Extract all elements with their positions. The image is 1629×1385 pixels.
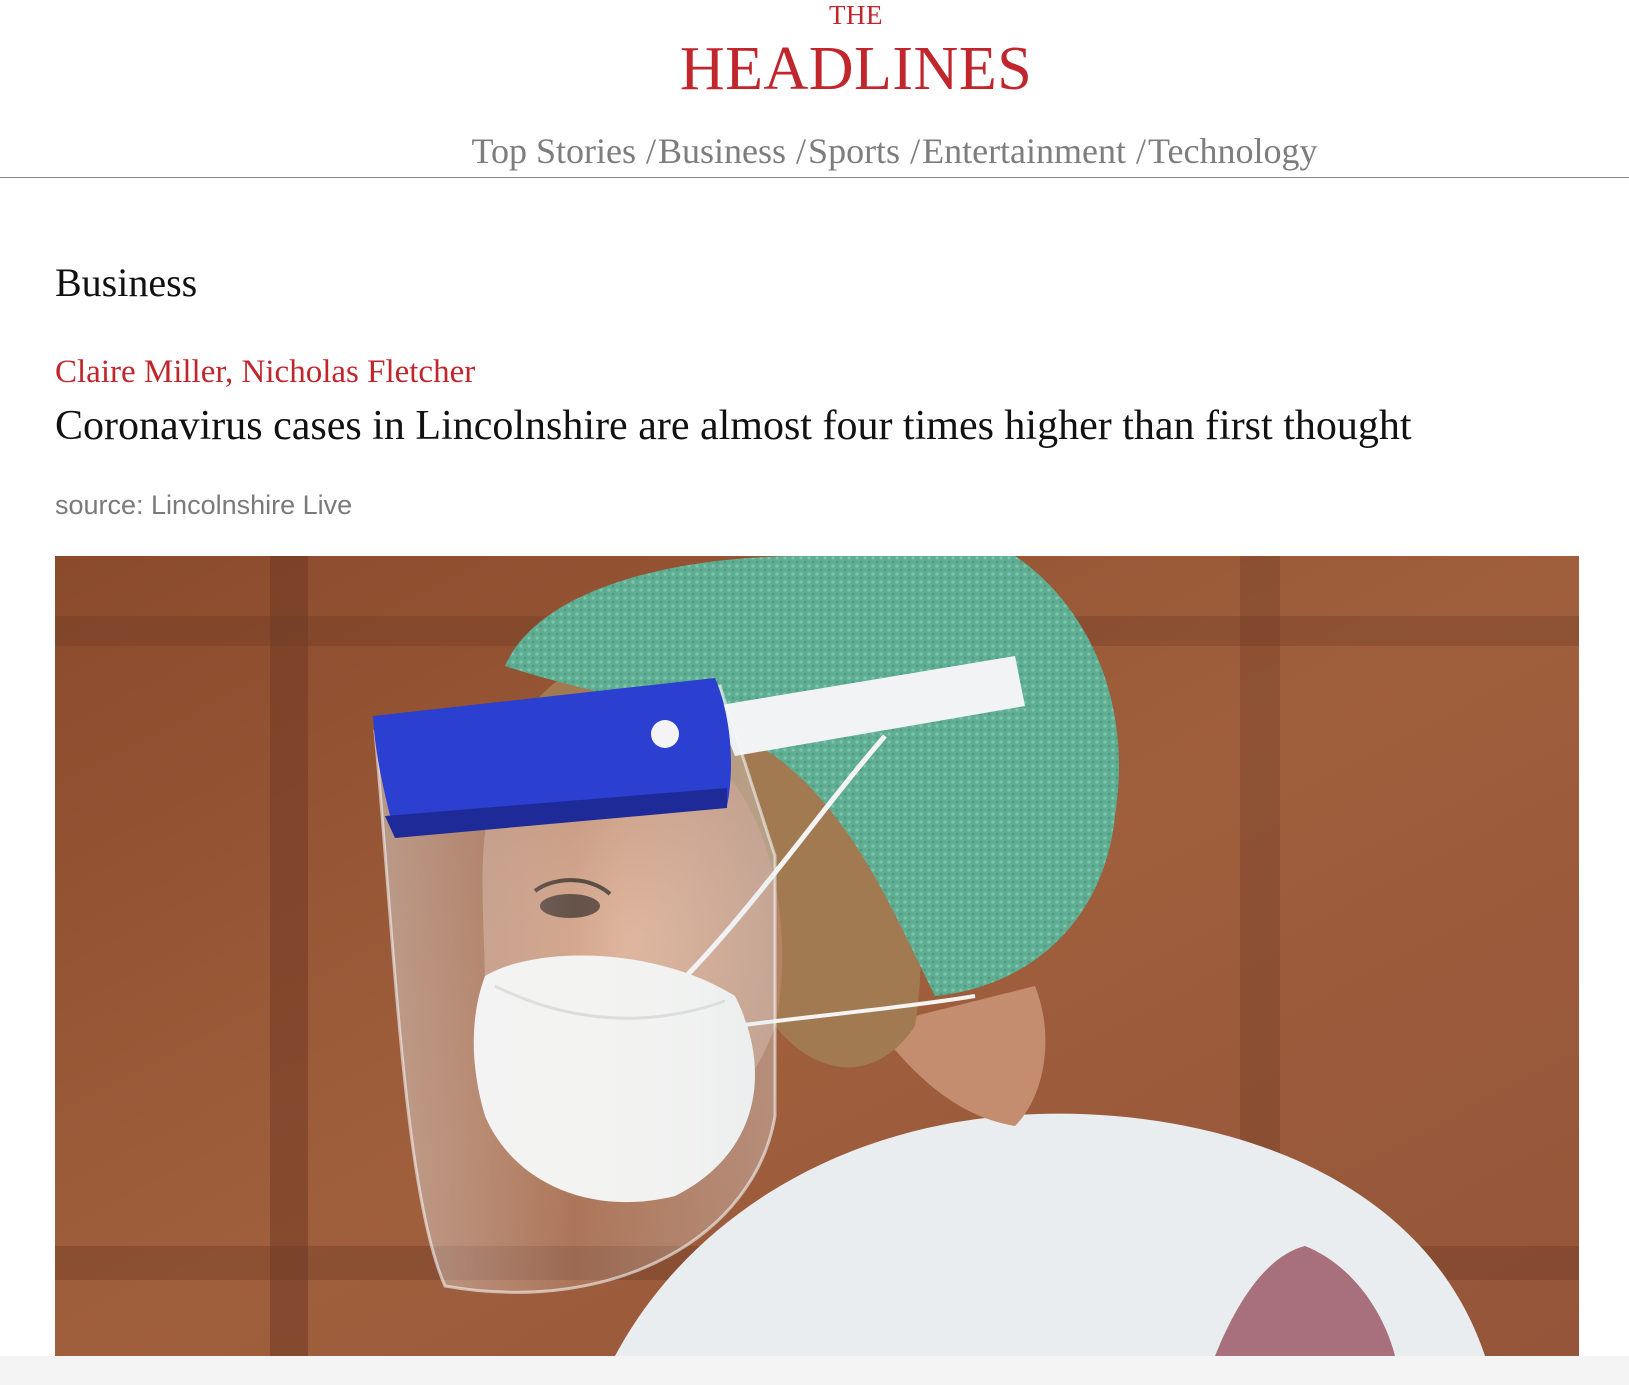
nav-item-sports[interactable]: Sports [808, 131, 900, 171]
bottom-strip [0, 1356, 1629, 1385]
nav-separator: / [1136, 131, 1147, 171]
nav-separator: / [645, 131, 656, 171]
brand-logo[interactable]: HEADLINES [0, 34, 1629, 104]
top-nav: Top Stories/Business/Sports/Entertainmen… [0, 128, 1629, 174]
healthcare-worker-face-shield-photo-icon [55, 556, 1579, 1356]
article-image[interactable] [55, 556, 1579, 1356]
article-byline[interactable]: Claire Miller, Nicholas Fletcher [55, 351, 475, 393]
nav-item-top-stories[interactable]: Top Stories [472, 131, 636, 171]
nav-item-entertainment[interactable]: Entertainment [922, 131, 1126, 171]
article-headline[interactable]: Coronavirus cases in Lincolnshire are al… [55, 400, 1412, 452]
masthead: THE HEADLINES Top Stories/Business/Sport… [0, 0, 1629, 178]
article-source: source: Lincolnshire Live [55, 490, 353, 520]
nav-item-technology[interactable]: Technology [1148, 131, 1317, 171]
section-title: Business [55, 260, 198, 305]
nav-item-business[interactable]: Business [658, 131, 786, 171]
nav-separator: / [796, 131, 807, 171]
brand-the: THE [829, 0, 883, 30]
nav-separator: / [910, 131, 921, 171]
